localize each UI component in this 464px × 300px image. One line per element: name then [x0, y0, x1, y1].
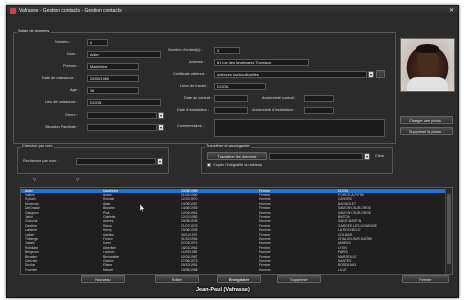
anciennete-install-label: Ancienneté d'installation : [252, 108, 295, 112]
chevron-down-icon: ▾ [365, 154, 368, 159]
window-title: Vafrasse - Gestion contacts - Gestion co… [19, 8, 122, 14]
table-scrollbar[interactable] [445, 188, 452, 274]
cell-nom: Fournier [25, 267, 38, 272]
certificats-label: Certificats obtenus : [173, 72, 207, 76]
transfer-dropdown-button[interactable]: ▾ [364, 153, 370, 160]
commentaires-label: Commentaires : [177, 124, 204, 128]
scrollbar-thumb[interactable] [447, 194, 451, 264]
certificats-select[interactable]: sciences socioculturelles [214, 71, 367, 78]
contrat-field[interactable] [214, 95, 248, 102]
chevron-down-icon: ▾ [159, 113, 162, 118]
travail-label: Lieux de travail : [180, 84, 208, 88]
situation-dropdown-button[interactable]: ▾ [158, 124, 164, 131]
sort-column-1-icon[interactable]: ▽ [33, 177, 36, 182]
chevron-down-icon: ▾ [158, 159, 161, 164]
naissance-label: Date de naissance : [42, 76, 76, 80]
photo-shirt [407, 77, 448, 91]
adresse-field[interactable]: 81 rue des lieutenants Thomazo [214, 59, 309, 66]
nom-label: Nom : [67, 52, 78, 56]
numero-field[interactable]: 6 [87, 39, 108, 46]
search-group-title: Chercher par nom [21, 144, 54, 148]
transfer-button[interactable]: Transférer les données [207, 152, 267, 160]
table-row[interactable]: Fournier Marcel 15/05/1958 Homme LILLE [21, 268, 445, 272]
prenom-label: Prénom : [63, 64, 79, 68]
search-label: Recherche par nom : [23, 159, 59, 163]
prenom-field[interactable]: Madeleine [87, 63, 139, 70]
travail-field[interactable]: DIJON [214, 83, 266, 90]
delete-button[interactable]: Supprimer [277, 275, 321, 283]
genre-label: Genre : [65, 113, 78, 117]
cell-ville: LILLE [338, 267, 347, 272]
photo-hair [416, 44, 439, 53]
naissance-field[interactable]: 20/06/1989 [87, 75, 139, 82]
cell-date: 15/05/1958 [181, 267, 198, 272]
title-bar[interactable]: Vafrasse - Gestion contacts - Gestion co… [7, 6, 458, 16]
transfer-path-field[interactable] [269, 153, 363, 160]
save-button[interactable]: Enregistrer [217, 275, 261, 283]
age-label: Age : [70, 88, 79, 92]
delete-photo-button[interactable]: Supprimer la photo... [400, 127, 453, 135]
search-input[interactable] [76, 158, 156, 165]
contacts-table[interactable]: Adler Madeleine 20/06/1989 Femme DIJON Vaillo… [20, 187, 453, 275]
load-photo-button[interactable]: Charger une photo... [400, 116, 453, 124]
cell-prenom: Marcel [103, 267, 113, 272]
situation-label: Situation Familiale : [45, 125, 79, 129]
anciennete-contrat-field[interactable] [304, 95, 334, 102]
contrat-label: Date du contrat : [184, 96, 213, 100]
edit-button[interactable]: Editer [155, 275, 199, 283]
genre-dropdown-button[interactable]: ▾ [158, 112, 164, 119]
anciennete-install-field[interactable] [304, 107, 334, 114]
close-button[interactable]: Fermer [402, 275, 449, 283]
numero-label: Numéro : [55, 40, 71, 44]
search-dropdown-button[interactable]: ▾ [157, 158, 163, 165]
app-window: Vafrasse - Gestion contacts - Gestion co… [6, 5, 459, 298]
enfants-label: Nombre d'enfant(s) : [168, 48, 203, 52]
mouse-cursor-icon [140, 204, 145, 212]
chevron-down-icon: ▾ [369, 72, 372, 77]
transfer-group-title: Transférer et sauvegarder [205, 144, 251, 148]
chevron-down-icon: ▾ [159, 125, 162, 130]
age-field[interactable]: 36 [87, 87, 139, 94]
watermark: Jean-Paul (Vafrasse) [196, 287, 250, 293]
checkmark-icon: ✓ [208, 163, 212, 168]
sort-column-2-icon[interactable]: ▽ [76, 177, 79, 182]
commentaires-field[interactable] [214, 119, 385, 137]
nom-field[interactable]: Adler [87, 51, 161, 58]
new-button[interactable]: Nouveau [81, 275, 125, 283]
lieu-label: Lieu de naissance : [45, 100, 78, 104]
anciennete-contrat-label: Ancienneté contrat : [262, 96, 296, 100]
installation-label: Date d'installation : [177, 108, 209, 112]
copy-table-label: Copier l'intégralité du tableau [213, 163, 263, 167]
situation-select[interactable] [87, 124, 157, 131]
genre-select[interactable] [87, 112, 157, 119]
app-icon [10, 8, 16, 14]
data-entry-group-title: Saisie de données [17, 29, 51, 33]
contact-photo [400, 38, 455, 92]
copy-table-checkbox[interactable]: ✓ [207, 163, 212, 168]
close-icon[interactable]: ✕ [449, 7, 454, 14]
installation-field[interactable] [214, 107, 248, 114]
certificats-dropdown-button[interactable]: ▾ [368, 71, 374, 78]
cell-genre: Homme [259, 267, 271, 272]
clear-button[interactable]: Clear [375, 154, 384, 158]
lieu-field[interactable]: DIJON [87, 99, 161, 106]
certificats-browse-button[interactable]: ... [376, 70, 385, 78]
adresse-label: Adresse : [189, 60, 206, 64]
enfants-field[interactable]: 3 [214, 47, 240, 54]
